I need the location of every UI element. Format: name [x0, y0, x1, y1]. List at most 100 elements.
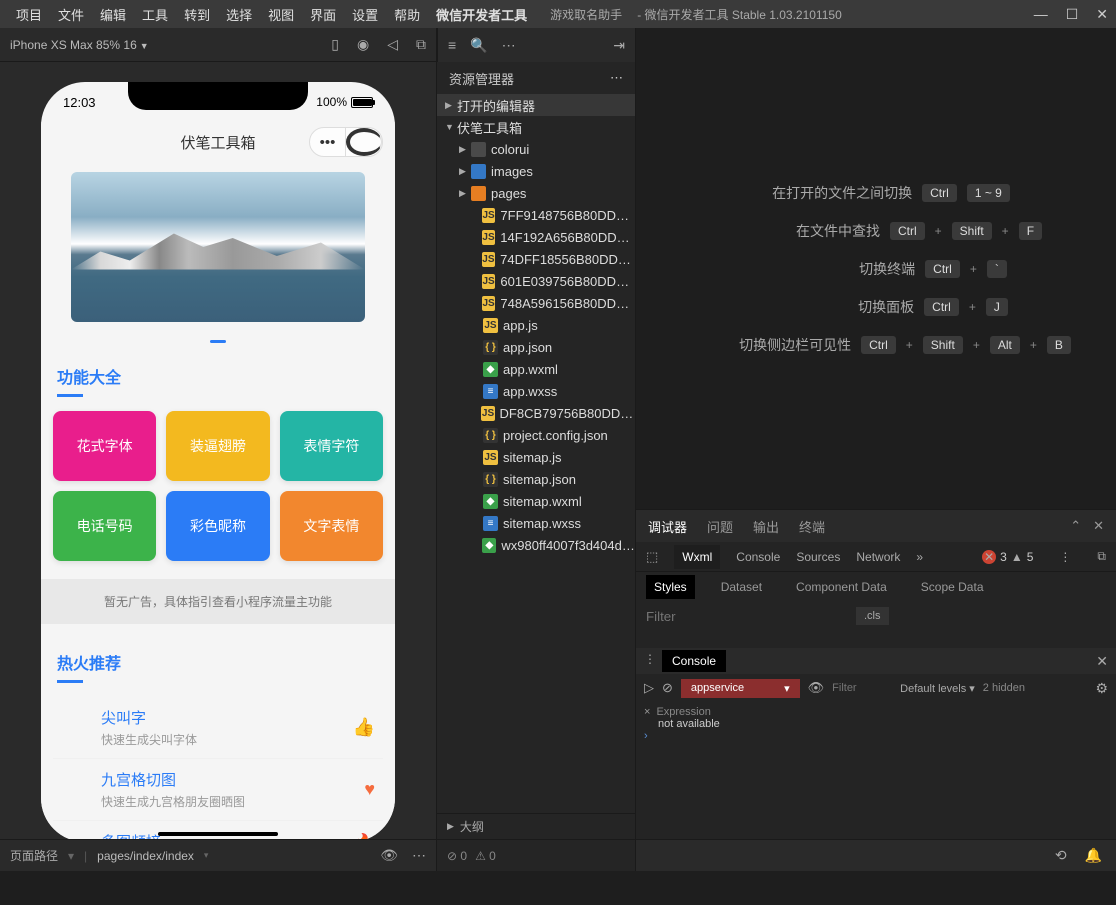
close-icon[interactable]: ✕	[1093, 518, 1104, 534]
dbg-tab-问题[interactable]: 问题	[707, 517, 733, 536]
tree-row[interactable]: JSDF8CB79756B80DDFB9...	[437, 402, 635, 424]
warning-count[interactable]: ⚠ 0	[475, 849, 496, 863]
dbg-tab-输出[interactable]: 输出	[753, 517, 779, 536]
menu-微信开发者工具[interactable]: 微信开发者工具	[428, 5, 535, 24]
menu-编辑[interactable]: 编辑	[92, 5, 134, 24]
console-filter-input[interactable]	[832, 682, 892, 694]
more-icon[interactable]: ⋯	[412, 847, 426, 864]
eye-icon[interactable]: 👁	[380, 847, 398, 864]
gear-icon[interactable]: ⚙	[1095, 680, 1108, 697]
devtab-more[interactable]: »	[916, 550, 923, 564]
tree-row[interactable]: ▶images	[437, 160, 635, 182]
menu-选择[interactable]: 选择	[218, 5, 260, 24]
cls-toggle[interactable]: .cls	[856, 607, 889, 625]
capsule-close-icon[interactable]	[346, 128, 382, 156]
banner-image[interactable]	[71, 172, 365, 322]
capsule-menu-icon[interactable]: •••	[310, 128, 346, 156]
close-button[interactable]: ✕	[1096, 6, 1108, 23]
error-summary[interactable]: ✕3 ▲5	[982, 550, 1033, 564]
tile-花式字体[interactable]: 花式字体	[53, 411, 156, 481]
tree-row[interactable]: ≡app.wxss	[437, 380, 635, 402]
styles-tab-Styles[interactable]: Styles	[646, 575, 695, 599]
dbg-tab-调试器[interactable]: 调试器	[648, 517, 687, 536]
tree-row[interactable]: JS7FF9148756B80DDF19...	[437, 204, 635, 226]
console-close-icon[interactable]: ✕	[1096, 653, 1108, 670]
devtab-Wxml[interactable]: Wxml	[674, 545, 720, 569]
tile-装逼翅膀[interactable]: 装逼翅膀	[166, 411, 269, 481]
explorer-more-icon[interactable]: ⋯	[610, 70, 623, 86]
app-content[interactable]: 功能大全 花式字体装逼翅膀表情字符电话号码彩色昵称文字表情 暂无广告，具体指引查…	[41, 162, 395, 839]
tree-row[interactable]: ▼伏笔工具箱	[437, 116, 635, 138]
tree-row[interactable]: { }project.config.json	[437, 424, 635, 446]
menu-工具[interactable]: 工具	[134, 5, 176, 24]
more-icon[interactable]: ⋯	[502, 37, 516, 54]
tile-电话号码[interactable]: 电话号码	[53, 491, 156, 561]
capsule-button[interactable]: •••	[309, 127, 383, 157]
menu-转到[interactable]: 转到	[176, 5, 218, 24]
console-tab[interactable]: Console	[662, 650, 726, 672]
maximize-button[interactable]: ☐	[1066, 6, 1079, 23]
inspect-icon[interactable]: ⬚	[646, 549, 658, 565]
run-icon[interactable]: ▷	[644, 680, 654, 696]
tree-row[interactable]: ≡sitemap.wxss	[437, 512, 635, 534]
devtab-Sources[interactable]: Sources	[796, 550, 840, 564]
console-prompt[interactable]: ›	[644, 730, 1108, 742]
list-item[interactable]: 九宫格切图快速生成九宫格朋友圈晒图♥	[53, 759, 383, 821]
device-selector[interactable]: iPhone XS Max 85% 16▼	[10, 38, 149, 52]
devtab-Console[interactable]: Console	[736, 550, 780, 564]
tile-表情字符[interactable]: 表情字符	[280, 411, 383, 481]
tree-row[interactable]: JS601E039756B80DDF06...	[437, 270, 635, 292]
menu-文件[interactable]: 文件	[50, 5, 92, 24]
styles-filter-input[interactable]	[636, 602, 856, 630]
styles-tab-Scope-Data[interactable]: Scope Data	[913, 575, 992, 599]
tree-row[interactable]: ▶colorui	[437, 138, 635, 160]
tree-row[interactable]: ▶pages	[437, 182, 635, 204]
styles-tab-Component-Data[interactable]: Component Data	[788, 575, 895, 599]
record-icon[interactable]: ◉	[357, 36, 369, 53]
eye-icon[interactable]: 👁	[808, 680, 825, 696]
tree-row[interactable]: { }sitemap.json	[437, 468, 635, 490]
menu-项目[interactable]: 项目	[8, 5, 50, 24]
menu-界面[interactable]: 界面	[302, 5, 344, 24]
tree-row[interactable]: { }app.json	[437, 336, 635, 358]
tree-row[interactable]: JS74DFF18556B80DDF12...	[437, 248, 635, 270]
device-icon[interactable]: ▯	[331, 36, 339, 53]
outline-section[interactable]: ▶大纲	[437, 813, 635, 839]
list-item[interactable]: 多图频接🔥	[53, 821, 383, 839]
console-menu-icon[interactable]: ⋮	[644, 652, 656, 666]
list-icon[interactable]: ≡	[448, 37, 456, 53]
page-path[interactable]: pages/index/index	[97, 849, 194, 863]
detach-icon[interactable]: ⧉	[416, 36, 426, 53]
tile-文字表情[interactable]: 文字表情	[280, 491, 383, 561]
context-selector[interactable]: appservice▾	[681, 679, 800, 698]
file-tree[interactable]: ▶打开的编辑器▼伏笔工具箱▶colorui▶images▶pagesJS7FF9…	[437, 94, 635, 813]
tree-row[interactable]: JS748A596156B80DDF12...	[437, 292, 635, 314]
dock-icon[interactable]: ⧉	[1097, 549, 1106, 564]
tree-row[interactable]: ◆app.wxml	[437, 358, 635, 380]
bell-icon[interactable]: 🔔	[1085, 847, 1102, 864]
clear-icon[interactable]: ⊘	[662, 680, 673, 696]
tile-彩色昵称[interactable]: 彩色昵称	[166, 491, 269, 561]
tree-row[interactable]: ▶打开的编辑器	[437, 94, 635, 116]
styles-tab-Dataset[interactable]: Dataset	[713, 575, 770, 599]
collapse-icon[interactable]: ⇥	[613, 37, 625, 54]
tree-row[interactable]: JSsitemap.js	[437, 446, 635, 468]
tree-row[interactable]: ◆wx980ff4007f3d404d.o...	[437, 534, 635, 556]
devtools-menu-icon[interactable]: ⋮	[1059, 550, 1071, 564]
tree-row[interactable]: JSapp.js	[437, 314, 635, 336]
tree-row[interactable]: ◆sitemap.wxml	[437, 490, 635, 512]
error-count[interactable]: ⊘ 0	[447, 849, 467, 863]
mute-icon[interactable]: ◁	[387, 36, 398, 53]
devtab-Network[interactable]: Network	[856, 550, 900, 564]
dbg-tab-终端[interactable]: 终端	[799, 517, 825, 536]
menu-视图[interactable]: 视图	[260, 5, 302, 24]
menu-设置[interactable]: 设置	[344, 5, 386, 24]
tree-row[interactable]: JS14F192A656B80DDF72...	[437, 226, 635, 248]
list-item[interactable]: 尖叫字快速生成尖叫字体👍	[53, 697, 383, 759]
menu-帮助[interactable]: 帮助	[386, 5, 428, 24]
minimize-button[interactable]: —	[1034, 6, 1048, 23]
sync-icon[interactable]: ⟲	[1055, 847, 1067, 864]
log-levels-selector[interactable]: Default levels ▾	[900, 682, 975, 695]
search-icon[interactable]: 🔍	[470, 37, 487, 54]
collapse-icon[interactable]: ⌃	[1070, 518, 1081, 534]
